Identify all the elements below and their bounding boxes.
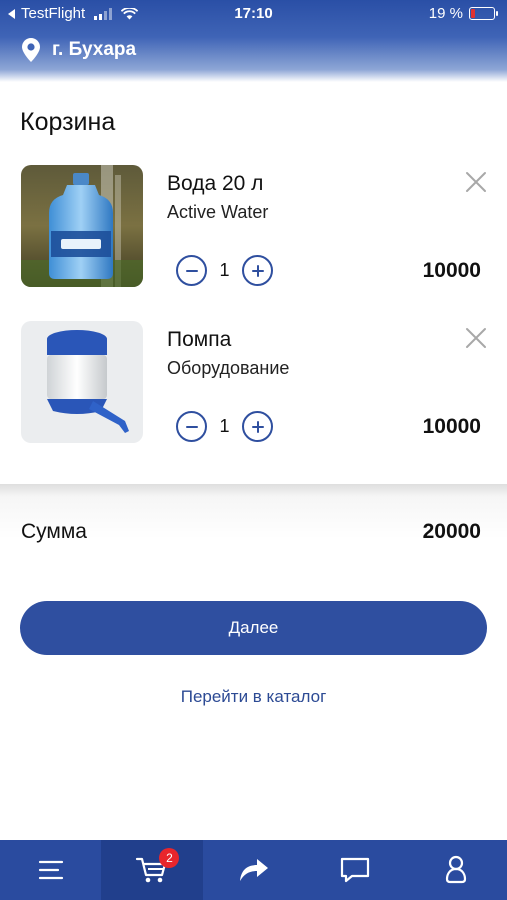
quantity-value: 1 bbox=[219, 416, 230, 436]
status-bar: TestFlight 17:10 19 % bbox=[0, 0, 507, 26]
water-bottle-image bbox=[21, 165, 143, 287]
summary-total: 20000 bbox=[422, 520, 481, 543]
page-title: Корзина bbox=[20, 108, 116, 136]
increase-quantity-button[interactable] bbox=[242, 411, 273, 442]
tab-bar: 2 bbox=[0, 840, 507, 900]
location-label: г. Бухара bbox=[52, 39, 137, 60]
menu-icon bbox=[38, 860, 63, 880]
tab-menu[interactable] bbox=[0, 840, 101, 900]
item-price: 10000 bbox=[422, 415, 481, 438]
battery-level bbox=[471, 9, 475, 18]
decrease-quantity-button[interactable] bbox=[176, 411, 207, 442]
item-subtitle: Active Water bbox=[167, 202, 269, 222]
item-name: Помпа bbox=[167, 328, 232, 351]
minus-icon bbox=[185, 425, 198, 428]
share-icon bbox=[239, 859, 268, 881]
tab-share[interactable] bbox=[203, 840, 304, 900]
chat-icon bbox=[340, 857, 370, 883]
plus-icon bbox=[251, 420, 264, 433]
location-pin-icon bbox=[22, 38, 40, 62]
next-button[interactable]: Далее bbox=[20, 601, 487, 655]
cart-badge: 2 bbox=[159, 848, 180, 868]
increase-quantity-button[interactable] bbox=[242, 255, 273, 286]
location-selector[interactable]: г. Бухара bbox=[22, 38, 136, 62]
decrease-quantity-button[interactable] bbox=[176, 255, 207, 286]
battery-status: 19 % bbox=[428, 5, 498, 22]
water-pump-image bbox=[21, 321, 143, 443]
header: TestFlight 17:10 19 % г. Бухара bbox=[0, 0, 507, 82]
close-icon bbox=[466, 172, 486, 192]
summary-label: Сумма bbox=[21, 520, 87, 543]
plus-icon bbox=[251, 264, 264, 277]
quantity-value: 1 bbox=[219, 260, 230, 280]
cart-item: Вода 20 л Active Water 1 10000 bbox=[0, 165, 507, 291]
remove-item-button[interactable] bbox=[464, 326, 488, 350]
close-icon bbox=[466, 328, 486, 348]
cart-item: Помпа Оборудование 1 10000 bbox=[0, 321, 507, 447]
minus-icon bbox=[185, 269, 198, 272]
battery-percent: 19 % bbox=[428, 5, 463, 22]
tab-profile[interactable] bbox=[406, 840, 507, 900]
remove-item-button[interactable] bbox=[464, 170, 488, 194]
go-to-catalog-link[interactable]: Перейти в каталог bbox=[0, 687, 507, 707]
battery-icon bbox=[469, 7, 498, 20]
profile-icon bbox=[446, 855, 467, 884]
cart-summary: Сумма 20000 bbox=[0, 484, 507, 576]
tab-cart[interactable]: 2 bbox=[101, 840, 203, 900]
item-name: Вода 20 л bbox=[167, 172, 264, 195]
item-price: 10000 bbox=[422, 259, 481, 282]
tab-chat[interactable] bbox=[304, 840, 405, 900]
quantity-stepper: 1 bbox=[176, 255, 273, 286]
item-subtitle: Оборудование bbox=[167, 358, 290, 378]
quantity-stepper: 1 bbox=[176, 411, 273, 442]
